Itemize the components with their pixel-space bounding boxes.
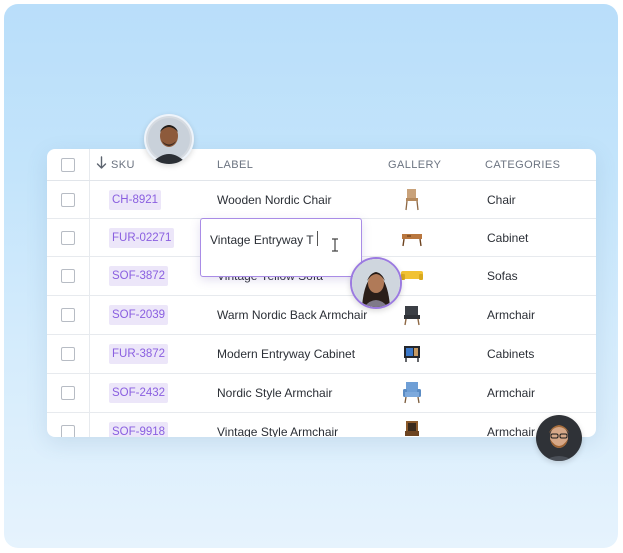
header-gallery[interactable]: GALLERY <box>388 159 441 171</box>
yellow-sofa-icon <box>401 271 423 280</box>
text-cursor-icon <box>332 238 338 252</box>
user-bearded-man-icon <box>536 415 582 461</box>
row-checkbox[interactable] <box>61 386 75 400</box>
label-cell[interactable]: Modern Entryway Cabinet <box>217 347 355 361</box>
table-row[interactable]: CH-8921 Wooden Nordic Chair Chair <box>47 181 596 219</box>
row-checkbox[interactable] <box>61 308 75 322</box>
sku-chip[interactable]: SOF-2432 <box>109 383 169 403</box>
user-man-icon <box>146 116 192 164</box>
column-divider <box>89 335 90 373</box>
column-divider <box>89 413 90 437</box>
column-divider <box>89 219 90 256</box>
table-row[interactable]: FUR-3872 Modern Entryway Cabinet Cabinet… <box>47 335 596 374</box>
sku-chip[interactable]: CH-8921 <box>109 190 162 210</box>
vintage-armchair-icon <box>405 421 419 436</box>
column-divider <box>89 374 90 412</box>
table-row[interactable]: SOF-2432 Nordic Style Armchair Armchair <box>47 374 596 413</box>
cabinet-icon <box>404 346 420 362</box>
text-caret <box>317 231 318 246</box>
label-edit-value[interactable]: Vintage Entryway T <box>210 233 314 247</box>
blue-armchair-icon <box>403 382 421 404</box>
category-cell[interactable]: Chair <box>487 193 516 207</box>
sku-chip[interactable]: SOF-9918 <box>109 422 169 437</box>
product-table: SKU LABEL GALLERY CATEGORIES CH-8921 Woo… <box>47 149 596 437</box>
table-row[interactable]: SOF-2039 Warm Nordic Back Armchair Armch… <box>47 296 596 335</box>
category-cell[interactable]: Armchair <box>487 308 535 322</box>
table-header: SKU LABEL GALLERY CATEGORIES <box>47 149 596 181</box>
label-cell[interactable]: Warm Nordic Back Armchair <box>217 308 367 322</box>
collaborator-avatar <box>350 257 402 309</box>
sku-chip[interactable]: FUR-02271 <box>109 228 175 248</box>
entryway-table-icon <box>402 234 422 247</box>
column-divider <box>89 181 90 218</box>
header-sku[interactable]: SKU <box>111 159 135 171</box>
category-cell[interactable]: Armchair <box>487 425 535 437</box>
label-cell[interactable]: Wooden Nordic Chair <box>217 193 332 207</box>
header-label[interactable]: LABEL <box>217 159 253 171</box>
wooden-chair-icon <box>405 189 419 211</box>
sku-chip[interactable]: SOF-2039 <box>109 305 169 325</box>
sku-chip[interactable]: FUR-3872 <box>109 344 169 364</box>
armchair-icon <box>404 306 420 326</box>
label-edit-field[interactable]: Vintage Entryway T <box>200 218 362 277</box>
canvas-background: SKU LABEL GALLERY CATEGORIES CH-8921 Woo… <box>4 4 618 548</box>
column-divider <box>89 296 90 334</box>
category-cell[interactable]: Sofas <box>487 269 518 283</box>
column-divider <box>89 149 90 180</box>
row-checkbox[interactable] <box>61 269 75 283</box>
sort-down-arrow-icon[interactable] <box>96 156 107 170</box>
row-checkbox[interactable] <box>61 425 75 437</box>
collaborator-avatar <box>144 114 194 164</box>
row-checkbox[interactable] <box>61 231 75 245</box>
user-woman-icon <box>352 259 400 307</box>
header-categories[interactable]: CATEGORIES <box>485 159 560 171</box>
row-checkbox[interactable] <box>61 347 75 361</box>
row-checkbox[interactable] <box>61 193 75 207</box>
category-cell[interactable]: Cabinet <box>487 231 528 245</box>
category-cell[interactable]: Cabinets <box>487 347 534 361</box>
label-cell[interactable]: Nordic Style Armchair <box>217 386 332 400</box>
sku-chip[interactable]: SOF-3872 <box>109 266 169 286</box>
label-cell[interactable]: Vintage Style Armchair <box>217 425 338 437</box>
collaborator-avatar <box>536 415 582 461</box>
category-cell[interactable]: Armchair <box>487 386 535 400</box>
table-row[interactable]: SOF-9918 Vintage Style Armchair Armchair <box>47 413 596 437</box>
select-all-checkbox[interactable] <box>61 158 75 172</box>
column-divider <box>89 257 90 295</box>
